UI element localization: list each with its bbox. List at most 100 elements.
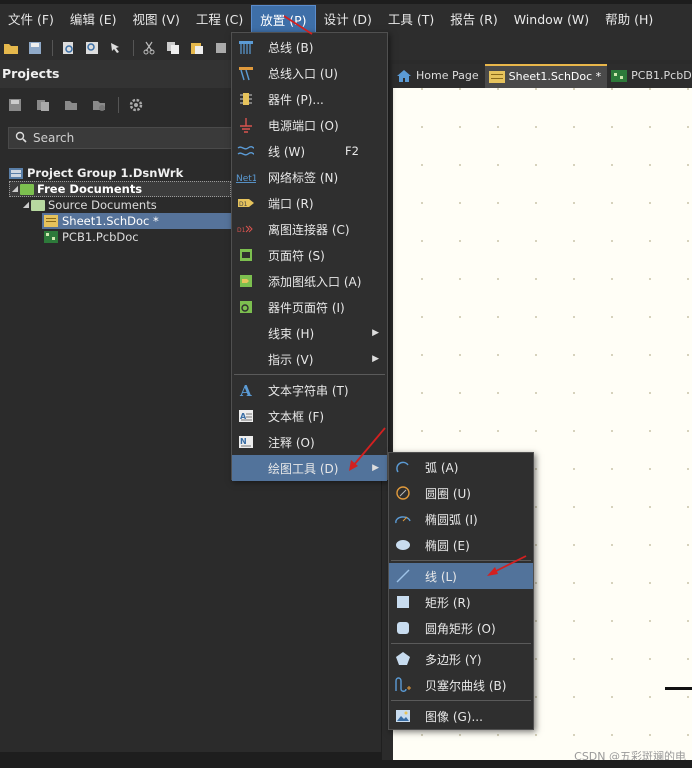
sheet-entry-icon bbox=[236, 272, 256, 290]
zoom-icon[interactable] bbox=[83, 39, 101, 57]
project-options-icon[interactable] bbox=[62, 96, 80, 114]
menu-item-bus-entry[interactable]: 总线入口 (U) bbox=[232, 60, 387, 86]
pcb-doc-icon bbox=[611, 70, 628, 82]
bus-icon bbox=[236, 38, 256, 56]
elliptical-arc-icon bbox=[393, 510, 413, 528]
menu-item-label: 页面符 (S) bbox=[268, 248, 325, 263]
tab-home-page[interactable]: Home Page bbox=[392, 64, 485, 88]
menu-window[interactable]: Window (W) bbox=[506, 5, 597, 35]
menu-separator bbox=[234, 374, 385, 375]
menu-item-circle[interactable]: 圆圈 (U) bbox=[389, 480, 533, 506]
menu-item-label: 贝塞尔曲线 (B) bbox=[425, 678, 507, 693]
menu-item-harness[interactable]: 线束 (H) ▶ bbox=[232, 320, 387, 346]
expand-arrow-icon[interactable]: ◢ bbox=[21, 197, 31, 213]
menu-item-directives[interactable]: 指示 (V) ▶ bbox=[232, 346, 387, 372]
bus-entry-icon bbox=[236, 64, 256, 82]
paste-icon[interactable] bbox=[188, 39, 206, 57]
menu-item-round-rectangle[interactable]: 圆角矩形 (O) bbox=[389, 615, 533, 641]
sheet-symbol-icon bbox=[236, 246, 256, 264]
tree-project-group[interactable]: Project Group 1.DsnWrk bbox=[8, 165, 183, 181]
menu-item-port[interactable]: D1 端口 (R) bbox=[232, 190, 387, 216]
menu-separator bbox=[391, 700, 531, 701]
menu-item-net-label[interactable]: Net1 网络标签 (N) bbox=[232, 164, 387, 190]
polygon-icon bbox=[393, 650, 413, 668]
menu-item-drawing-tools[interactable]: 绘图工具 (D) ▶ bbox=[232, 455, 387, 481]
menu-item-sheet-symbol[interactable]: 页面符 (S) bbox=[232, 242, 387, 268]
search-box[interactable] bbox=[8, 127, 236, 149]
menu-item-ellipse[interactable]: 椭圆 (E) bbox=[389, 532, 533, 558]
menu-separator bbox=[391, 643, 531, 644]
menu-item-power-port[interactable]: 电源端口 (O) bbox=[232, 112, 387, 138]
tab-sheet1-label: Sheet1.SchDoc * bbox=[508, 70, 602, 83]
tab-sheet1[interactable]: Sheet1.SchDoc * bbox=[484, 64, 608, 88]
menu-reports[interactable]: 报告 (R) bbox=[442, 5, 505, 35]
arc-icon bbox=[393, 458, 413, 476]
home-icon bbox=[396, 69, 412, 83]
svg-text:Net1: Net1 bbox=[236, 174, 256, 183]
note-icon: N bbox=[236, 433, 256, 451]
menu-place[interactable]: 放置 (P) bbox=[251, 5, 316, 35]
menu-item-label: 器件 (P)... bbox=[268, 92, 324, 107]
menu-item-bus[interactable]: 总线 (B) bbox=[232, 34, 387, 60]
place-menu: 总线 (B) 总线入口 (U) 器件 (P)... 电源端口 (O) 线 (W)… bbox=[231, 32, 388, 481]
menu-help[interactable]: 帮助 (H) bbox=[597, 5, 661, 35]
menu-item-rectangle[interactable]: 矩形 (R) bbox=[389, 589, 533, 615]
menu-item-image[interactable]: 图像 (G)... bbox=[389, 703, 533, 729]
wire-icon bbox=[236, 142, 256, 160]
tree-free-documents[interactable]: ◢ Free Documents bbox=[9, 181, 231, 197]
menu-item-text-string[interactable]: A 文本字符串 (T) bbox=[232, 377, 387, 403]
menu-view[interactable]: 视图 (V) bbox=[125, 5, 188, 35]
select-icon[interactable] bbox=[107, 39, 125, 57]
bezier-icon bbox=[393, 676, 413, 694]
menu-item-label: 器件页面符 (I) bbox=[268, 300, 345, 315]
menu-item-bezier[interactable]: 贝塞尔曲线 (B) bbox=[389, 672, 533, 698]
cut-icon[interactable] bbox=[140, 39, 158, 57]
menu-item-label: 文本框 (F) bbox=[268, 409, 325, 424]
panel-footer bbox=[0, 752, 382, 760]
menu-item-label: 电源端口 (O) bbox=[268, 118, 339, 133]
menu-design[interactable]: 设计 (D) bbox=[316, 5, 380, 35]
tree-pcb1[interactable]: PCB1.PcbDoc bbox=[44, 229, 139, 245]
menu-item-label: 矩形 (R) bbox=[425, 595, 471, 610]
menu-item-off-sheet-connector[interactable]: D1 离图连接器 (C) bbox=[232, 216, 387, 242]
expand-arrow-icon[interactable]: ◢ bbox=[10, 181, 20, 197]
close-project-icon[interactable] bbox=[90, 96, 108, 114]
menu-item-line[interactable]: 线 (L) bbox=[389, 563, 533, 589]
compile-icon[interactable] bbox=[34, 96, 52, 114]
text-string-icon: A bbox=[236, 381, 256, 399]
projects-panel-toolbar bbox=[6, 96, 155, 114]
menu-item-sheet-entry[interactable]: 添加图纸入口 (A) bbox=[232, 268, 387, 294]
menu-project[interactable]: 工程 (C) bbox=[188, 5, 251, 35]
search-input[interactable] bbox=[33, 131, 223, 145]
tree-source-documents[interactable]: ◢ Source Documents bbox=[21, 197, 157, 213]
text-frame-icon: A bbox=[236, 407, 256, 425]
menu-item-label: 多边形 (Y) bbox=[425, 652, 482, 667]
print-preview-icon[interactable] bbox=[59, 39, 77, 57]
menu-item-arc[interactable]: 弧 (A) bbox=[389, 454, 533, 480]
menu-edit[interactable]: 编辑 (E) bbox=[62, 5, 125, 35]
menu-item-device-sheet-symbol[interactable]: 器件页面符 (I) bbox=[232, 294, 387, 320]
part-icon bbox=[236, 90, 256, 108]
menu-file[interactable]: 文件 (F) bbox=[0, 5, 62, 35]
menu-item-wire[interactable]: 线 (W) F2 bbox=[232, 138, 387, 164]
menu-item-label: 椭圆 (E) bbox=[425, 538, 470, 553]
tree-sheet1[interactable]: Sheet1.SchDoc * bbox=[42, 213, 231, 229]
source-documents-label: Source Documents bbox=[48, 198, 157, 212]
tab-pcb1[interactable]: PCB1.PcbDoc bbox=[607, 64, 692, 88]
menu-tools[interactable]: 工具 (T) bbox=[380, 5, 442, 35]
gear-icon[interactable] bbox=[127, 96, 145, 114]
net-label-icon: Net1 bbox=[236, 168, 256, 186]
copy-icon[interactable] bbox=[164, 39, 182, 57]
round-rectangle-icon bbox=[393, 619, 413, 637]
menu-item-label: 椭圆弧 (I) bbox=[425, 512, 478, 527]
open-folder-icon[interactable] bbox=[2, 39, 20, 57]
menu-item-note[interactable]: N 注释 (O) bbox=[232, 429, 387, 455]
save-project-icon[interactable] bbox=[6, 96, 24, 114]
menu-item-elliptical-arc[interactable]: 椭圆弧 (I) bbox=[389, 506, 533, 532]
rubber-stamp-icon[interactable] bbox=[212, 39, 230, 57]
toolbar-separator bbox=[52, 40, 53, 56]
menu-item-text-frame[interactable]: A 文本框 (F) bbox=[232, 403, 387, 429]
menu-item-polygon[interactable]: 多边形 (Y) bbox=[389, 646, 533, 672]
menu-item-part[interactable]: 器件 (P)... bbox=[232, 86, 387, 112]
save-icon[interactable] bbox=[26, 39, 44, 57]
